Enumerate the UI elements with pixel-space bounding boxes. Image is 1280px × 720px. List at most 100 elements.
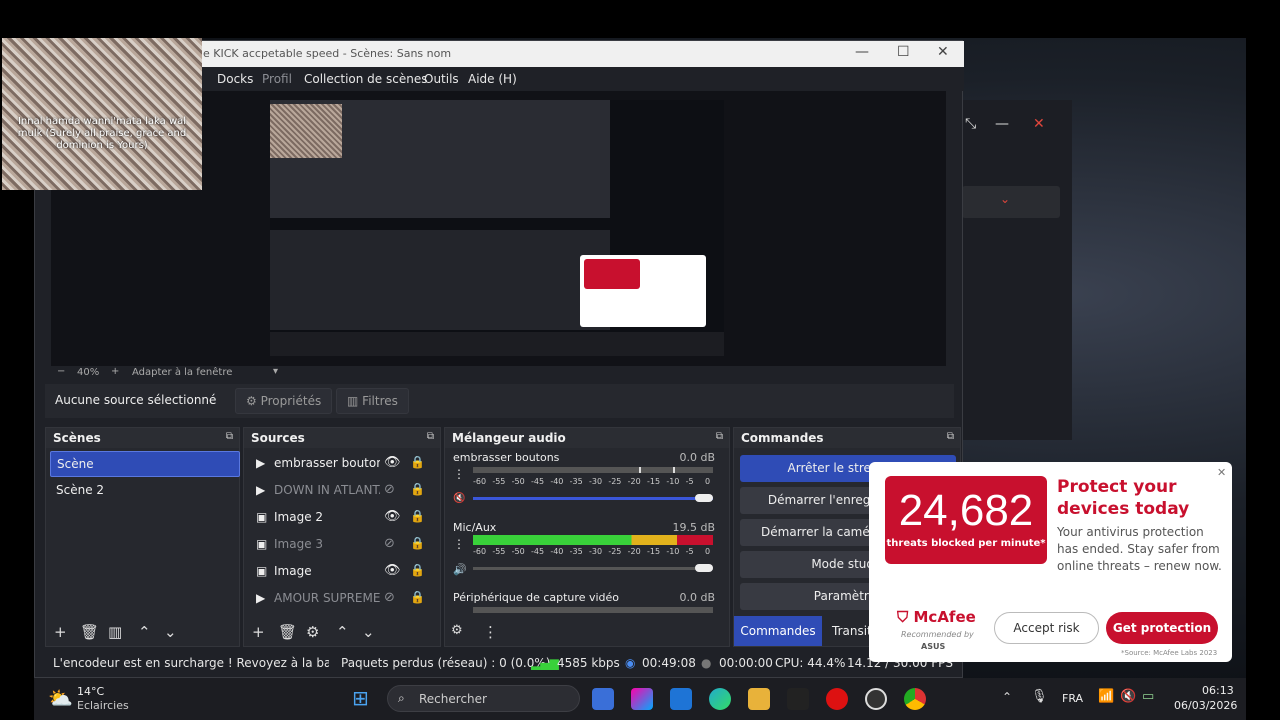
volume-muted-icon[interactable]: 🔇 [1120,689,1136,704]
eye-hidden-icon[interactable]: ⊘ [384,536,395,551]
recommended-label: Recommended by [901,630,974,639]
eye-hidden-icon[interactable]: ⊘ [384,590,395,605]
accept-risk-button[interactable]: Accept risk [994,612,1099,644]
muted-speaker-icon[interactable]: 🔇 [453,493,465,504]
restore-icon[interactable]: ⤡ [965,116,976,132]
volume-slider[interactable] [473,494,713,502]
move-up-icon[interactable]: ⌃ [138,623,151,641]
lock-icon[interactable]: 🔒 [410,455,425,469]
maximize-button[interactable]: ☐ [897,44,910,60]
source-item[interactable]: ▣ Image 👁 🔒 [252,559,430,585]
undock-icon[interactable]: ⧉ [947,431,954,442]
obs-icon[interactable] [865,688,887,710]
app-icon[interactable] [592,688,614,710]
scenes-header: Scènes ⧉ [46,428,239,448]
zoom-level: 40% [77,367,100,378]
taskbar-search[interactable]: ⌕ Rechercher [387,685,580,712]
move-up-icon[interactable]: ⌃ [336,623,349,641]
scene-item[interactable]: Scène [50,451,240,477]
audio-mixer-dock: Mélangeur audio ⧉ embrasser boutons 0.0 d… [444,427,730,647]
language[interactable]: FRA [1062,692,1083,705]
microphone-icon[interactable]: 🎙 [1031,689,1048,704]
minimize-icon[interactable]: — [995,116,1009,132]
source-item[interactable]: ▶ embrasser boutons 👁 🔒 [252,451,430,477]
close-button[interactable]: ✕ [937,44,949,60]
lock-icon[interactable]: 🔒 [410,563,425,577]
zoom-in-button[interactable]: + [111,366,119,377]
properties-button[interactable]: ⚙ Propriétés [235,388,333,414]
source-item[interactable]: ▶ AMOUR SUPREME ⊘ 🔒 [252,586,430,612]
volume-slider[interactable] [473,564,713,572]
gear-icon[interactable]: ⚙ [306,623,319,641]
kebab-icon[interactable]: ⋮ [453,467,465,481]
undock-icon[interactable]: ⧉ [226,431,233,442]
eye-icon[interactable]: 👁 [384,509,401,524]
trash-icon[interactable]: 🗑 [80,623,99,641]
eye-hidden-icon[interactable]: ⊘ [384,482,395,497]
trash-icon[interactable]: 🗑 [278,623,297,641]
encoder-warning: L'encodeur est en surcharge ! Revoyez à … [53,656,329,670]
lock-icon[interactable]: 🔒 [410,482,425,496]
menu-scene-collection[interactable]: Collection de scènes [304,72,427,86]
eye-icon[interactable]: 👁 [384,563,401,578]
add-icon[interactable]: + [54,623,67,641]
edge-icon[interactable] [709,688,731,710]
opera-icon[interactable] [826,688,848,710]
clock-date[interactable]: 06/03/2026 [1174,699,1237,712]
filters-button[interactable]: ▥ Filtres [336,388,409,414]
source-item[interactable]: ▣ Image 2 👁 🔒 [252,505,430,531]
bitrate: 4585 kbps [557,656,620,670]
lock-icon[interactable]: 🔒 [410,590,425,604]
kebab-icon[interactable]: ⋮ [453,537,465,551]
battery-icon[interactable]: ▭ [1142,689,1154,704]
windows-start-icon[interactable]: ⊞ [352,686,369,710]
background-dropdown[interactable]: ⌄ [962,186,1060,218]
lock-icon[interactable]: 🔒 [410,536,425,550]
lock-icon[interactable]: 🔒 [410,509,425,523]
copilot-icon[interactable] [631,688,653,710]
add-icon[interactable]: + [252,623,265,641]
db-tick: -35 [569,547,583,556]
menu-tools[interactable]: Outils [424,72,459,86]
db-tick: -30 [589,547,603,556]
play-icon: ▶ [256,591,266,605]
settings-icon[interactable]: ⚙ [451,623,463,638]
minimize-button[interactable]: — [855,44,869,60]
outlook-icon[interactable] [670,688,692,710]
undock-icon[interactable]: ⧉ [427,431,434,442]
filter-icon[interactable]: ▥ [108,623,122,641]
close-icon[interactable]: ✕ [1033,116,1045,132]
zoom-out-button[interactable]: − [57,366,65,377]
undock-icon[interactable]: ⧉ [716,431,723,442]
speaker-icon[interactable]: 🔊 [453,563,467,576]
mixer-header: Mélangeur audio ⧉ [445,428,729,448]
db-tick: -45 [531,477,545,486]
menu-help[interactable]: Aide (H) [468,72,517,86]
caret-down-icon[interactable]: ▾ [273,366,278,377]
stream-icon: ◉ [625,656,636,670]
scene-item[interactable]: Scène 2 [50,478,240,504]
move-down-icon[interactable]: ⌄ [164,623,177,641]
weather-icon[interactable]: ⛅ [48,686,73,710]
menu-profil[interactable]: Profil [262,72,292,86]
source-item[interactable]: ▶ DOWN IN ATLANTA ⊘ 🔒 [252,478,430,504]
volume-meter [473,535,713,545]
chevron-up-icon[interactable]: ⌃ [1002,690,1012,704]
weather-condition: Eclaircies [77,699,129,712]
source-item[interactable]: ▣ Image 3 ⊘ 🔒 [252,532,430,558]
db-tick: -25 [608,547,622,556]
wifi-icon[interactable]: 📶 [1098,689,1114,704]
kebab-icon[interactable]: ⋮ [483,623,498,641]
move-down-icon[interactable]: ⌄ [362,623,375,641]
chrome-icon[interactable] [904,688,926,710]
menu-docks[interactable]: Docks [217,72,253,86]
get-protection-button[interactable]: Get protection [1106,612,1218,644]
folder-icon[interactable] [748,688,770,710]
tab-commands[interactable]: Commandes [734,616,822,646]
eye-icon[interactable]: 👁 [384,455,401,470]
audio-app-icon[interactable] [787,688,809,710]
fit-window-label[interactable]: Adapter à la fenêtre [132,367,232,378]
clock-time[interactable]: 06:13 [1202,684,1234,697]
search-icon: ⌕ [398,691,405,705]
record-icon: ● [701,656,712,670]
